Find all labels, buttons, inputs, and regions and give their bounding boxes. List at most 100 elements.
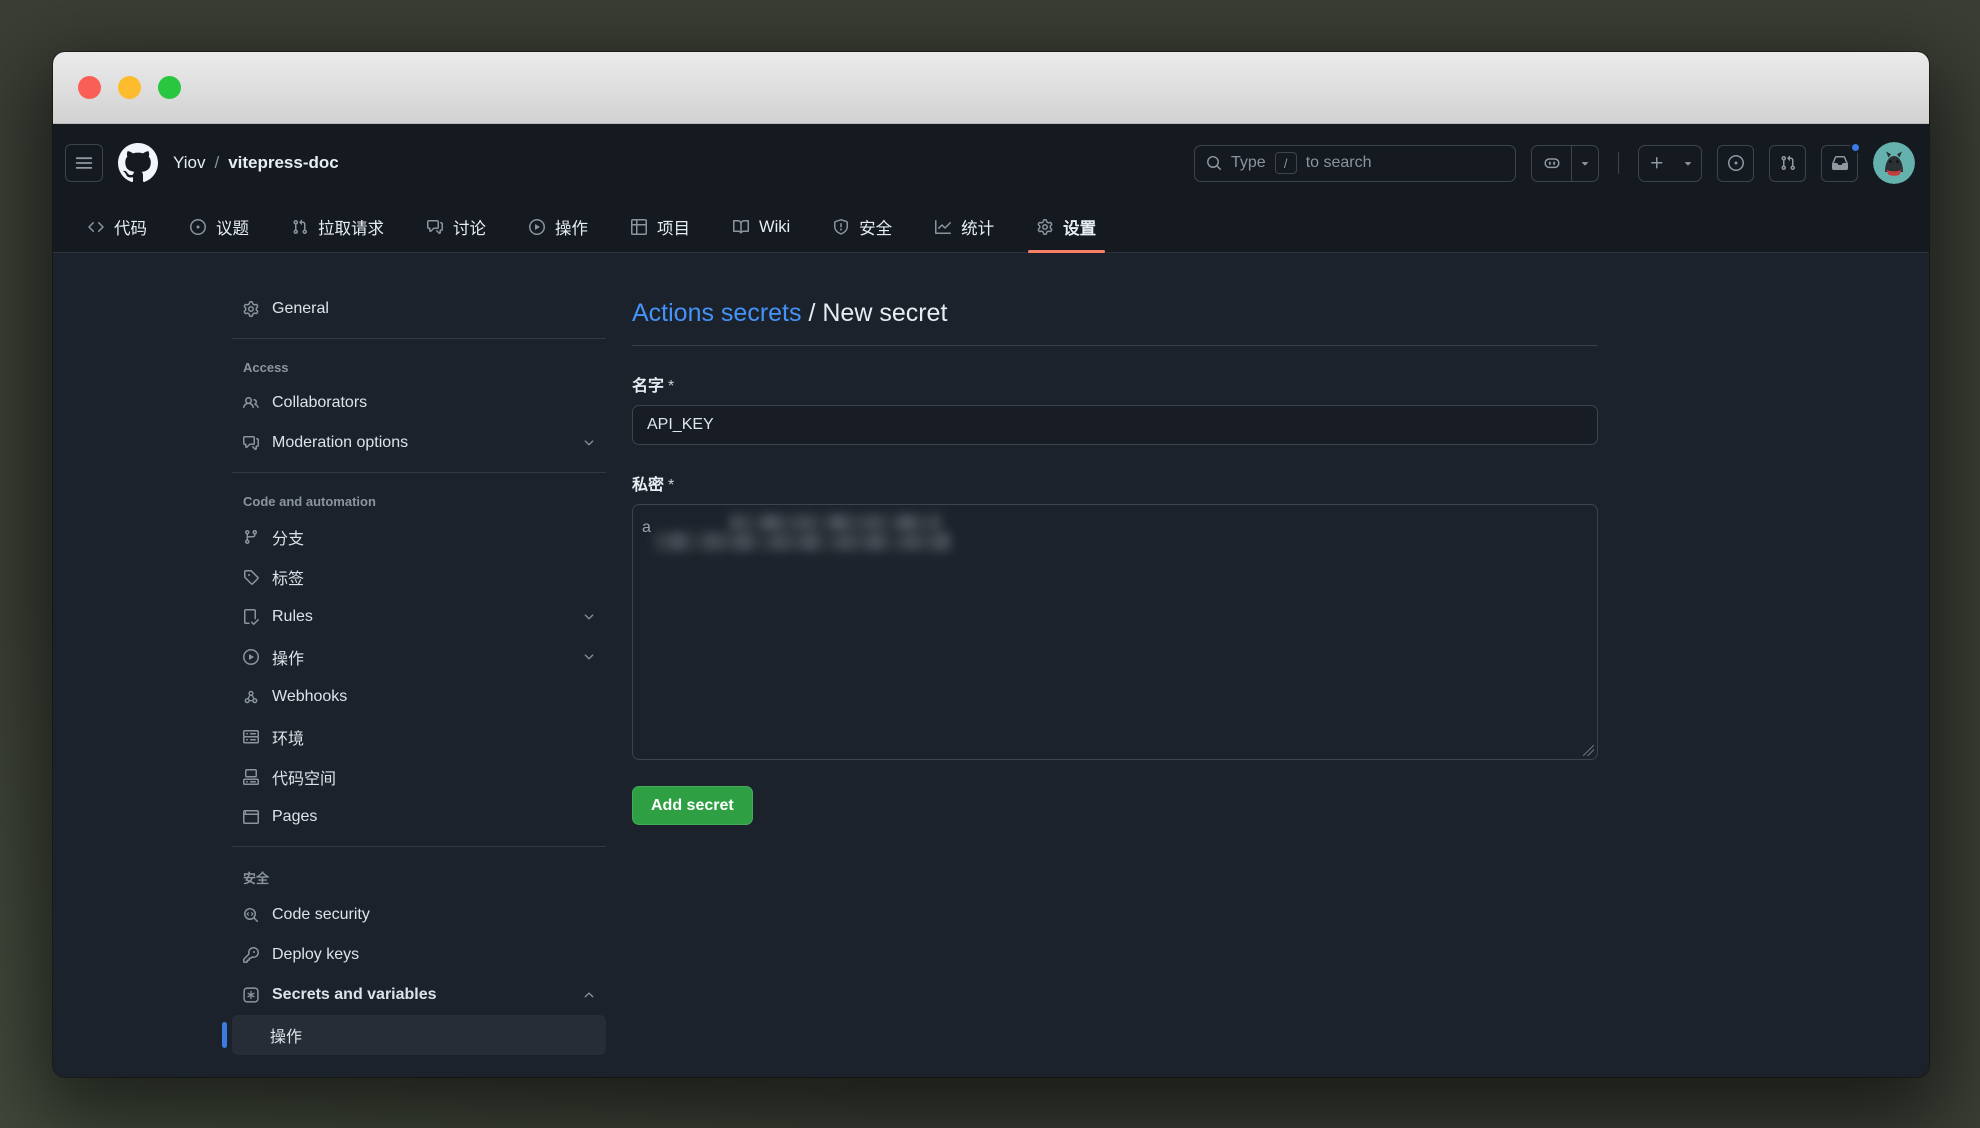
tab-insights[interactable]: 统计 [922,202,1007,252]
sidebar-item-label: Webhooks [272,688,348,705]
tab-pull-requests[interactable]: 拉取请求 [279,202,397,252]
sidebar-item-label: Code security [272,906,370,923]
zoom-window-button[interactable] [158,76,181,99]
plus-icon [1649,155,1665,171]
sidebar-item-pages[interactable]: Pages [232,797,606,837]
settings-page: General Access Collaborators Moderation opt… [53,253,1929,1077]
sidebar-item-label: 代码空间 [272,771,337,788]
close-window-button[interactable] [78,76,101,99]
sidebar-item-secrets-and-variables[interactable]: Secrets and variables [232,975,606,1015]
window-titlebar[interactable] [53,52,1929,124]
secret-value-text: a [642,519,651,536]
sidebar-subitem-actions-secrets[interactable]: 操作 [222,1015,606,1055]
sidebar-subitem-label: 操作 [270,1029,303,1046]
search-icon [1206,155,1222,171]
tab-projects[interactable]: 项目 [618,202,703,252]
caret-down-icon [1681,156,1695,170]
sidebar-divider [232,846,606,847]
copilot-menu-caret[interactable] [1572,146,1598,181]
chevron-down-icon [582,650,596,664]
codescan-icon [243,907,259,923]
tab-settings[interactable]: 设置 [1024,202,1109,253]
table-icon [631,219,647,235]
people-icon [243,395,259,411]
git-pull-request-icon [1780,155,1796,171]
sidebar-item-branches[interactable]: 分支 [232,517,606,557]
secret-name-input[interactable] [632,405,1598,445]
sidebar-item-collaborators[interactable]: Collaborators [232,383,606,423]
tab-security[interactable]: 安全 [820,202,905,252]
tab-actions[interactable]: 操作 [516,202,601,252]
secret-value-label: 私密 * [632,471,1598,495]
asterisk-box-icon [243,987,259,1003]
chevron-up-icon [582,988,596,1002]
tab-discussions[interactable]: 讨论 [414,202,499,252]
graph-icon [935,219,952,235]
gear-icon [1037,219,1053,235]
play-icon [243,649,259,665]
secret-value-textarea[interactable]: a [632,504,1598,760]
sidebar-item-rules[interactable]: Rules [232,597,606,637]
sidebar-section-title: Access [243,360,289,375]
copilot-icon [1543,155,1560,171]
breadcrumb-owner-link[interactable]: Yiov [173,153,205,173]
sidebar-item-actions[interactable]: 操作 [232,637,606,677]
required-asterisk: * [668,378,675,395]
sidebar-item-moderation-options[interactable]: Moderation options [232,423,606,463]
copilot-split-button [1531,144,1599,182]
create-new-caret[interactable] [1675,146,1701,181]
sidebar-item-label: Deploy keys [272,946,360,963]
hamburger-menu-button[interactable] [65,144,103,182]
sidebar-section-title: Code and automation [243,494,376,509]
tab-label: 安全 [859,220,893,238]
sidebar-item-label: Rules [272,608,313,625]
caret-down-icon [1578,156,1592,170]
play-icon [529,219,545,235]
sidebar-item-deploy-keys[interactable]: Deploy keys [232,935,606,975]
sidebar-item-label: Collaborators [272,394,368,411]
tab-label: 议题 [216,220,249,238]
sidebar-item-label: 标签 [272,571,305,588]
github-mark-icon [118,143,158,183]
sidebar-item-tags[interactable]: 标签 [232,557,606,597]
sidebar-divider [232,338,606,339]
github-logo[interactable] [118,143,158,183]
sidebar-item-general[interactable]: General [232,289,606,329]
global-search-input[interactable]: Type / to search [1194,144,1516,182]
tab-wiki[interactable]: Wiki [720,202,803,252]
chevron-down-icon [582,610,596,624]
window-controls [78,76,181,99]
active-item-indicator [222,1022,227,1048]
sidebar-item-label: 分支 [272,531,305,548]
sidebar-item-label: 环境 [272,731,305,748]
sidebar-item-codespaces[interactable]: 代码空间 [232,757,606,797]
header-divider [1618,152,1619,174]
inbox-button[interactable] [1821,141,1861,182]
tab-label: 统计 [961,220,995,238]
tab-issues[interactable]: 议题 [177,202,262,252]
create-new-button[interactable] [1639,146,1675,181]
checklist-icon [243,609,259,625]
sidebar-item-code-security[interactable]: Code security [232,895,606,935]
pull-requests-button[interactable] [1769,144,1806,182]
tab-code[interactable]: 代码 [75,202,160,252]
issues-button[interactable] [1717,144,1754,182]
user-avatar[interactable] [1873,142,1915,184]
textarea-resize-handle[interactable] [1583,745,1594,756]
main-content: Actions secrets / New secret 名字* 私密* a A… [632,289,1598,1077]
repo-tab-bar: 代码 议题 拉取请求 讨论 操作 项目 Wiki 安全 统计 设置 [53,202,1929,253]
sidebar-item-webhooks[interactable]: Webhooks [232,677,606,717]
title-divider [632,345,1598,346]
copilot-button[interactable] [1532,145,1572,181]
add-secret-button[interactable]: Add secret [632,786,753,825]
tab-label: 拉取请求 [318,220,384,238]
secret-name-label-text: 名字 [632,378,665,395]
book-icon [733,219,749,235]
minimize-window-button[interactable] [118,76,141,99]
breadcrumb-repo-link[interactable]: vitepress-doc [228,153,339,173]
sidebar-item-label: Moderation options [272,434,409,451]
actions-secrets-link[interactable]: Actions secrets [632,299,802,327]
sidebar-item-environments[interactable]: 环境 [232,717,606,757]
tab-label: 代码 [114,220,147,238]
hamburger-icon [75,154,93,172]
